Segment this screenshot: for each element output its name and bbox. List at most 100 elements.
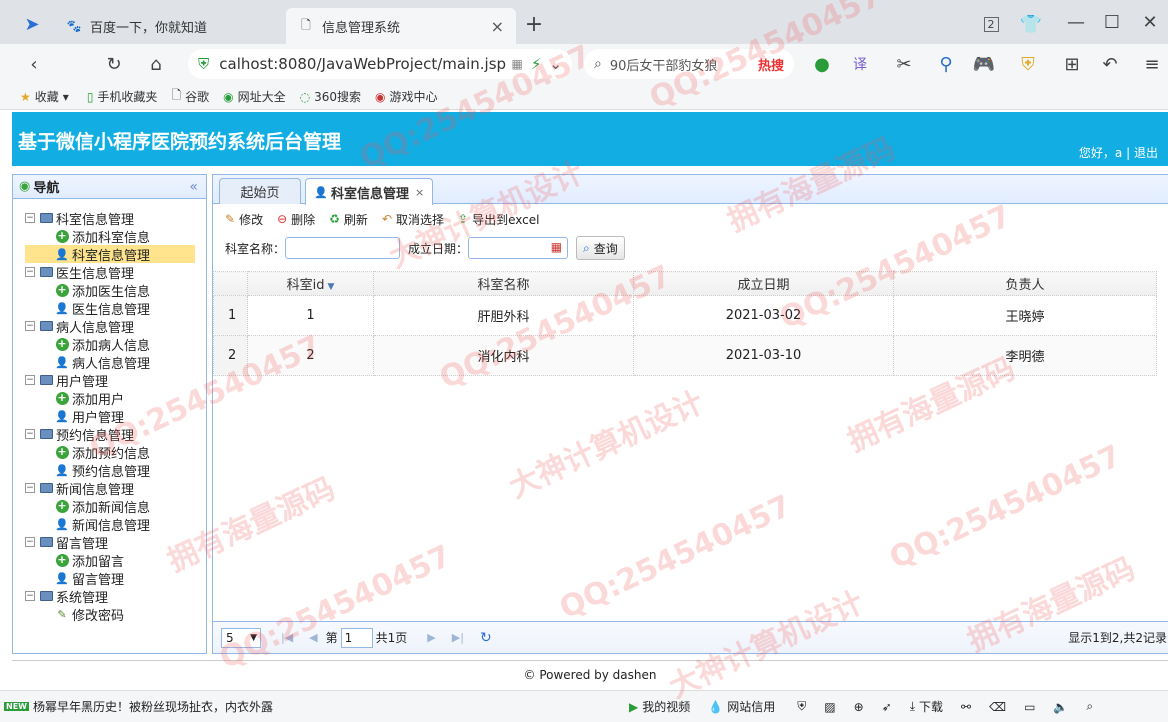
tab-count-badge[interactable]: 2 [977,10,1005,38]
logout-link[interactable]: 退出 [1134,146,1158,160]
table-row[interactable]: 1 1 肝胆外科 2021-03-02 王晓婷 [213,295,1157,336]
tree-toggle-icon[interactable]: − [25,537,35,547]
scissors-icon[interactable]: ✂ [890,50,918,78]
tab-home[interactable]: 起始页 [219,178,301,204]
rocket-icon[interactable]: ➶ [882,700,892,714]
chevron-down-icon[interactable]: ⌄ [549,55,562,73]
nav-group[interactable]: − 新闻信息管理 [13,479,206,498]
page-size-select[interactable]: 5 ▼ [221,627,261,648]
maximize-icon[interactable]: ☐ [1098,8,1126,36]
export-excel-button[interactable]: ⇪ 导出到excel [458,211,539,228]
delete-button[interactable]: ⊖ 删除 [277,211,315,228]
status-search-icon[interactable]: ⌕ [1086,699,1093,714]
browser-logo-icon[interactable]: ➤ [18,10,46,38]
edit-button[interactable]: ✎ 修改 [225,211,263,228]
nav-item[interactable]: + 添加留言 [13,551,206,570]
shirt-icon[interactable]: 👕 [1017,10,1045,38]
address-bar[interactable]: ⛨ calhost:8080/JavaWebProject/main.jsp ▦… [188,49,572,79]
tree-toggle-icon[interactable]: − [25,267,35,277]
next-page-icon[interactable]: ▶ [427,631,435,644]
prev-page-icon[interactable]: ◀ [309,631,317,644]
download-button[interactable]: ⤓ 下载 [910,698,943,715]
hot-search-label[interactable]: 热搜 [758,55,784,74]
extension-green-icon[interactable]: ● [808,50,836,78]
qr-icon[interactable]: ▦ [512,57,523,71]
browser-tab-current[interactable]: 🗋 信息管理系统 × [286,8,516,44]
close-icon[interactable]: × [415,186,424,199]
window-icon[interactable]: ▭ [1024,700,1035,714]
tab-department-management[interactable]: 👤 科室信息管理 × [305,178,434,205]
reload-page-icon[interactable]: ↻ [480,630,492,646]
back-icon[interactable]: ‹ [20,50,48,78]
nav-item[interactable]: 👤 预约信息管理 [13,461,206,480]
zoom-icon[interactable]: ⊕ [854,700,864,714]
first-page-icon[interactable]: |◀ [281,631,293,644]
nav-item[interactable]: + 添加病人信息 [13,335,206,354]
nav-item[interactable]: + 添加医生信息 [13,281,206,300]
my-video-button[interactable]: ▶ 我的视频 [629,698,690,715]
minimize-icon[interactable]: — [1062,8,1090,36]
bookmark-mobile[interactable]: ▯ 手机收藏夹 [87,88,158,105]
browser-tab-baidu[interactable]: 🐾 百度一下，你就知道 [54,8,284,44]
image-icon[interactable]: ▨ [824,700,835,714]
nav-group[interactable]: − 病人信息管理 [13,317,206,336]
collapse-icon[interactable]: « [189,179,198,195]
nav-item[interactable]: 👤 科室信息管理 [25,245,195,264]
department-name-input[interactable] [285,237,401,259]
shield-status-icon[interactable]: ⛨ [797,699,806,714]
close-window-icon[interactable]: ✕ [1136,8,1164,36]
bookmark-sites[interactable]: ◉ 网址大全 [223,88,286,105]
column-header-id[interactable]: 科室id ▼ [247,271,374,296]
tree-toggle-icon[interactable]: − [25,591,35,601]
grid-icon[interactable]: ⊞ [1058,50,1086,78]
game-icon[interactable]: 🎮 [970,50,998,78]
cleanup-icon[interactable]: ⌫ [989,700,1006,714]
calendar-icon[interactable]: ▦ [551,240,562,254]
sound-icon[interactable]: 🔈 [1053,700,1068,714]
new-tab-button[interactable]: + [520,10,548,38]
bookmark-360[interactable]: ◌ 360搜索 [300,88,361,105]
tree-toggle-icon[interactable]: − [25,483,35,493]
lightning-icon[interactable]: ⚡ [531,55,542,73]
tree-toggle-icon[interactable]: − [25,213,35,223]
bookmark-google[interactable]: 🗋 谷歌 [171,86,209,107]
refresh-button[interactable]: ♻ 刷新 [329,211,368,228]
nav-item[interactable]: + 添加用户 [13,389,206,408]
nav-item[interactable]: 👤 医生信息管理 [13,299,206,318]
menu-icon[interactable]: ≡ [1138,50,1166,78]
unselect-button[interactable]: ↶ 取消选择 [382,211,444,228]
query-button[interactable]: ⌕ 查询 [576,236,625,260]
page-number-input[interactable]: 1 [340,627,373,648]
nav-group[interactable]: − 预约信息管理 [13,425,206,444]
translate-icon[interactable]: 译 [846,50,874,78]
nav-group[interactable]: − 留言管理 [13,533,206,552]
nav-item[interactable]: ✎ 修改密码 [13,605,206,624]
magnifier-icon[interactable]: ⚲ [932,50,960,78]
column-header-date[interactable]: 成立日期 [633,271,894,296]
nav-item[interactable]: 👤 用户管理 [13,407,206,426]
nav-item[interactable]: + 添加新闻信息 [13,497,206,516]
reload-icon[interactable]: ↻ [100,50,128,78]
bookmark-favorites[interactable]: ★ 收藏 ▾ [20,88,73,105]
nav-item[interactable]: 👤 新闻信息管理 [13,515,206,534]
nav-item[interactable]: 👤 病人信息管理 [13,353,206,372]
last-page-icon[interactable]: ▶| [452,631,464,644]
news-ticker[interactable]: 杨幂早年黑历史！被粉丝现场扯衣，内衣外露 [33,698,273,715]
table-row[interactable]: 2 2 消化内科 2021-03-10 李明德 [213,335,1157,376]
nav-group[interactable]: − 医生信息管理 [13,263,206,282]
link-icon[interactable]: ⚯ [961,700,971,714]
nav-item[interactable]: + 添加科室信息 [13,227,206,246]
home-icon[interactable]: ⌂ [142,50,170,78]
column-header-name[interactable]: 科室名称 [373,271,634,296]
bookmark-games[interactable]: ◉ 游戏中心 [375,88,438,105]
site-credit-button[interactable]: 💧 网站信用 [708,698,775,715]
tree-toggle-icon[interactable]: − [25,429,35,439]
undo-icon[interactable]: ↶ [1096,50,1124,78]
nav-group[interactable]: − 系统管理 [13,587,206,606]
nav-item[interactable]: + 添加预约信息 [13,443,206,462]
search-box[interactable]: ⌕ 90后女干部豹女狼 热搜 [584,49,794,79]
close-tab-icon[interactable]: × [491,17,504,36]
tree-toggle-icon[interactable]: − [25,321,35,331]
nav-item[interactable]: 👤 留言管理 [13,569,206,588]
nav-group[interactable]: − 用户管理 [13,371,206,390]
